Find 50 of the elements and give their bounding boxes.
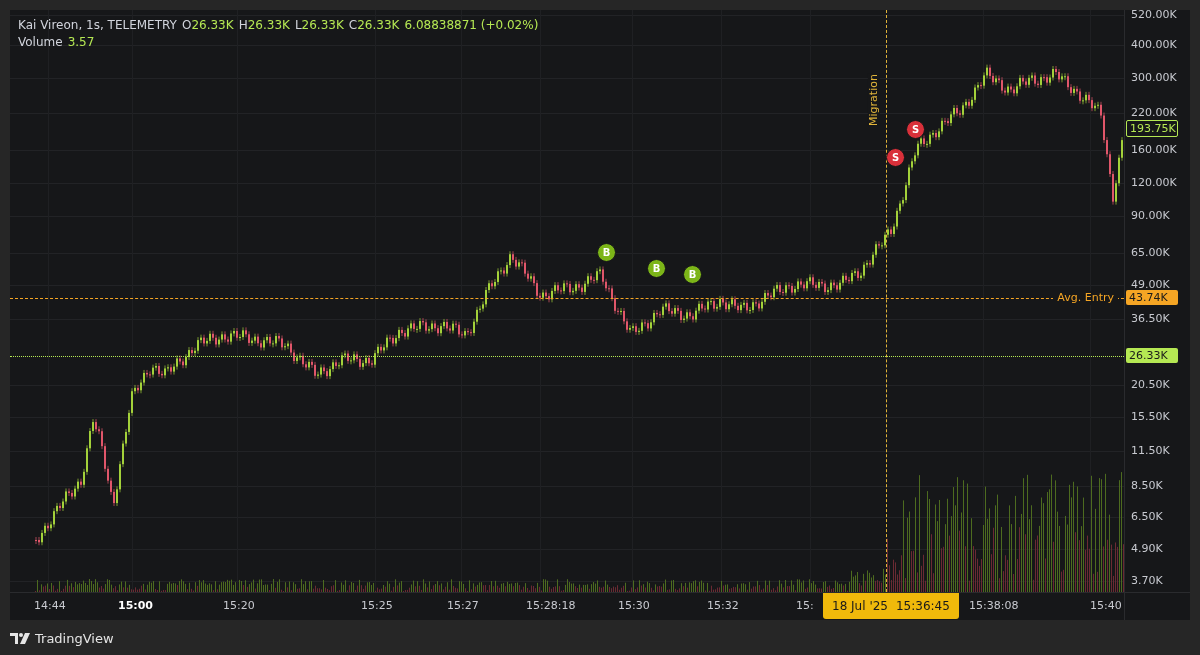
- price-tick: 220.00K: [1131, 106, 1177, 121]
- price-tick: 400.00K: [1131, 38, 1177, 52]
- price-badge: 193.75K: [1126, 120, 1178, 137]
- price-tick: 520.00K: [1131, 8, 1177, 22]
- time-tick: 15:27: [447, 599, 479, 613]
- price-badge: 26.33K: [1126, 348, 1178, 364]
- time-tick: 15:: [796, 599, 814, 613]
- event-label: Migration: [867, 74, 880, 126]
- price-tick: 11.50K: [1131, 444, 1170, 459]
- price-tick: 90.00K: [1131, 208, 1170, 223]
- ohlc-value: O26.33K: [181, 17, 234, 34]
- sell-marker: S: [886, 148, 905, 167]
- ohlc-value: H26.33K: [238, 17, 290, 34]
- time-tick: 15:30: [618, 599, 650, 613]
- volume-label: Volume: [18, 34, 63, 51]
- price-tick: 4.90K: [1131, 541, 1163, 556]
- price-tick: 20.50K: [1131, 378, 1170, 393]
- price-badge: 43.74K: [1126, 290, 1178, 306]
- price-tick: 160.00K: [1131, 142, 1177, 157]
- buy-marker: B: [647, 259, 666, 278]
- price-tick: 36.50K: [1131, 312, 1170, 327]
- time-tick: 15:40: [1090, 599, 1122, 613]
- price-tick: 65.00K: [1131, 246, 1170, 260]
- price-tick: 15.50K: [1131, 410, 1170, 425]
- price-tick: 3.70K: [1131, 574, 1163, 588]
- avg-entry-label: Avg. Entry: [1053, 291, 1118, 306]
- buy-marker: B: [597, 243, 616, 262]
- ohlc-value: L26.33K: [294, 17, 344, 34]
- time-tick: 15:00: [118, 599, 153, 613]
- price-tick: 6.50K: [1131, 509, 1163, 524]
- price-tick: 300.00K: [1131, 70, 1177, 85]
- logo-icon: [10, 633, 30, 645]
- brand-name: TradingView: [35, 630, 114, 648]
- price-tick: 49.00K: [1131, 278, 1170, 293]
- price-tick: 8.50K: [1131, 478, 1163, 493]
- change-value: 6.08838871 (+0.02%): [404, 17, 539, 34]
- time-tick: 15:20: [223, 599, 255, 613]
- sell-marker: S: [906, 120, 925, 139]
- time-tick: 14:44: [34, 599, 66, 613]
- ohlc-value: C26.33K: [348, 17, 400, 34]
- symbol-title: Kai Vireon, 1s, TELEMETRY: [18, 17, 177, 34]
- crosshair-date: 18 Jul '25: [832, 598, 888, 615]
- time-tick: 15:38:08: [969, 599, 1019, 613]
- price-tick: 120.00K: [1131, 175, 1177, 190]
- time-tick: 15:25: [361, 599, 393, 613]
- time-tick: 15:28:18: [526, 599, 576, 613]
- crosshair-time: 15:36:45: [895, 598, 950, 615]
- volume-value: 3.57: [67, 34, 95, 51]
- time-tick: 15:32: [707, 599, 739, 613]
- buy-marker: B: [683, 265, 702, 284]
